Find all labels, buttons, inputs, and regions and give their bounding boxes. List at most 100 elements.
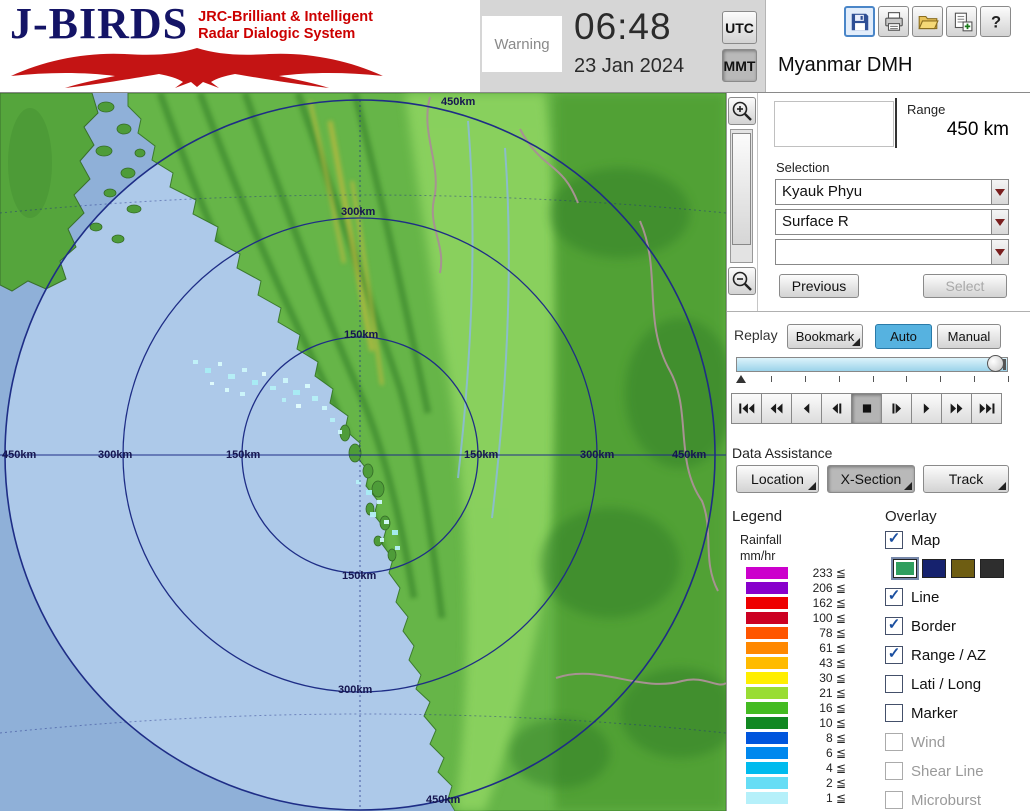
legend-row: 78 ≦ xyxy=(746,625,846,640)
stop-icon xyxy=(857,401,877,416)
legend-color-swatch xyxy=(746,717,788,729)
zoom-scrollbar-thumb[interactable] xyxy=(732,133,751,245)
open-folder-button[interactable] xyxy=(912,6,943,37)
select-button[interactable]: Select xyxy=(923,274,1007,298)
zoom-in-icon xyxy=(730,99,754,123)
zoom-in-button[interactable] xyxy=(728,97,756,125)
overlay-item-microburst: Microburst xyxy=(885,790,1030,810)
logo-tagline-line1: JRC-Brilliant & Intelligent xyxy=(198,9,373,26)
open-folder-icon xyxy=(917,11,939,33)
legend-value: 61 ≦ xyxy=(788,641,846,655)
legend-value: 78 ≦ xyxy=(788,626,846,640)
overlay-label: Microburst xyxy=(911,792,981,809)
legend-color-swatch xyxy=(746,597,788,609)
play-button[interactable] xyxy=(911,393,942,424)
checkbox[interactable] xyxy=(885,675,903,693)
legend-color-swatch xyxy=(746,732,788,744)
step-forward-button[interactable] xyxy=(881,393,912,424)
legend-value: 206 ≦ xyxy=(788,581,846,595)
site-dropdown-value[interactable]: Kyauk Phyu xyxy=(775,179,991,205)
zoom-out-icon xyxy=(730,269,754,293)
legend-value: 30 ≦ xyxy=(788,671,846,685)
checkbox[interactable]: ✓ xyxy=(885,646,903,664)
clock-date: 23 Jan 2024 xyxy=(574,55,684,78)
legend-unit: Rainfall mm/hr xyxy=(740,533,782,564)
site-dropdown: Kyauk Phyu xyxy=(775,179,1009,205)
location-button[interactable]: Location xyxy=(736,465,819,493)
product-dropdown-arrow-icon[interactable] xyxy=(991,209,1009,235)
legend-color-swatch xyxy=(746,567,788,579)
x-section-button[interactable]: X-Section xyxy=(827,465,915,493)
overlay-item-lati-long: Lati / Long xyxy=(885,674,1030,694)
fast-rewind-button[interactable] xyxy=(761,393,792,424)
mmt-button[interactable]: MMT xyxy=(722,49,757,82)
fast-forward-button[interactable] xyxy=(941,393,972,424)
header-bar: J-BIRDS JRC-Brilliant & Intelligent Rada… xyxy=(0,0,1030,93)
control-panel: Range 450 km Selection Kyauk Phyu Surfac… xyxy=(726,93,1030,811)
slider-handle[interactable] xyxy=(987,355,1004,372)
bookmark-button[interactable]: Bookmark xyxy=(787,324,863,349)
skip-start-button[interactable] xyxy=(731,393,762,424)
range-product-box xyxy=(774,101,894,147)
extra-dropdown-arrow-icon[interactable] xyxy=(991,239,1009,265)
save-button[interactable] xyxy=(844,6,875,37)
legend-value: 1 ≦ xyxy=(788,791,846,805)
zoom-out-button[interactable] xyxy=(728,267,756,295)
product-dropdown: Surface R xyxy=(775,209,1009,235)
range-label: Range xyxy=(907,102,945,117)
export-button[interactable] xyxy=(946,6,977,37)
legend-color-swatch xyxy=(746,702,788,714)
legend-value: 233 ≦ xyxy=(788,566,846,580)
step-back-button[interactable] xyxy=(821,393,852,424)
manual-button[interactable]: Manual xyxy=(937,324,1001,349)
map-color-swatches xyxy=(893,559,1030,578)
extra-dropdown xyxy=(775,239,1009,265)
checkbox[interactable] xyxy=(885,704,903,722)
app-logo: J-BIRDS JRC-Brilliant & Intelligent Rada… xyxy=(0,0,480,92)
track-button[interactable]: Track xyxy=(923,465,1009,493)
export-icon xyxy=(951,11,973,33)
legend-value: 16 ≦ xyxy=(788,701,846,715)
slider-start-marker-icon xyxy=(736,375,746,383)
skip-end-icon xyxy=(977,401,997,416)
legend-row: 21 ≦ xyxy=(746,685,846,700)
legend-color-swatch xyxy=(746,612,788,624)
extra-dropdown-value[interactable] xyxy=(775,239,991,265)
legend-row: 8 ≦ xyxy=(746,730,846,745)
radar-basemap xyxy=(0,93,726,811)
previous-button[interactable]: Previous xyxy=(779,274,859,298)
auto-button[interactable]: Auto xyxy=(875,324,932,349)
save-icon xyxy=(849,11,871,33)
zoom-strip xyxy=(727,93,758,311)
stop-button[interactable] xyxy=(851,393,882,424)
product-dropdown-value[interactable]: Surface R xyxy=(775,209,991,235)
checkbox[interactable]: ✓ xyxy=(885,617,903,635)
checkbox[interactable]: ✓ xyxy=(885,588,903,606)
checkbox[interactable]: ✓ xyxy=(885,531,903,549)
print-button[interactable] xyxy=(878,6,909,37)
replay-timeline-slider[interactable] xyxy=(736,357,1008,372)
skip-end-button[interactable] xyxy=(971,393,1002,424)
play-backward-button[interactable] xyxy=(791,393,822,424)
map-color-swatch[interactable] xyxy=(951,559,975,578)
slider-tick xyxy=(940,376,941,382)
fast-rewind-icon xyxy=(767,401,787,416)
help-button[interactable]: ? xyxy=(980,6,1011,37)
overlay-options: ✓Map✓Line✓Border✓Range / AZLati / LongMa… xyxy=(885,530,1030,811)
map-color-swatch[interactable] xyxy=(980,559,1004,578)
map-color-swatch[interactable] xyxy=(922,559,946,578)
legend-scale: 233 ≦206 ≦162 ≦100 ≦78 ≦61 ≦43 ≦30 ≦21 ≦… xyxy=(746,565,846,805)
legend-color-swatch xyxy=(746,687,788,699)
map-color-swatch[interactable] xyxy=(893,559,917,578)
radar-map-display[interactable]: 450km300km150km450km300km150km150km300km… xyxy=(0,93,726,811)
site-dropdown-arrow-icon[interactable] xyxy=(991,179,1009,205)
zoom-scrollbar[interactable] xyxy=(730,129,753,263)
legend-color-swatch xyxy=(746,762,788,774)
utc-button[interactable]: UTC xyxy=(722,11,757,44)
overlay-label: Marker xyxy=(911,705,958,722)
overlay-item-marker: Marker xyxy=(885,703,1030,723)
legend-color-swatch xyxy=(746,627,788,639)
slider-tick xyxy=(805,376,806,382)
legend-row: 4 ≦ xyxy=(746,760,846,775)
slider-tick xyxy=(974,376,975,382)
